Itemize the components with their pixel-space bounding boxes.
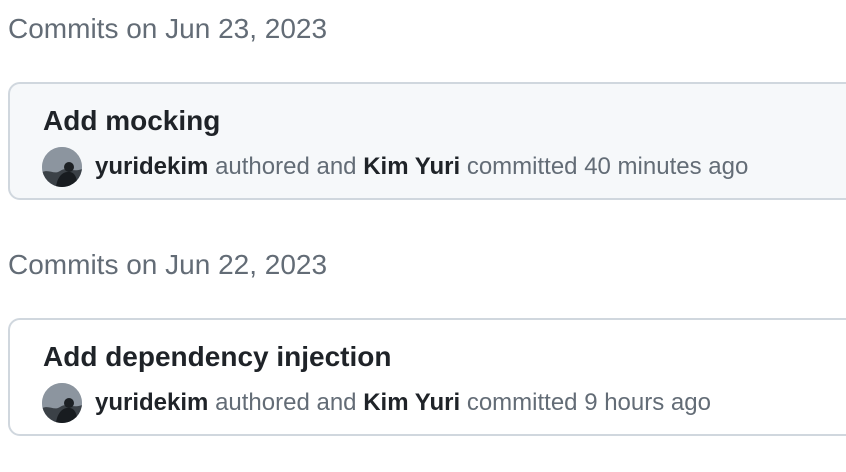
avatar-image (42, 147, 82, 187)
author-avatar[interactable] (42, 383, 82, 423)
commit-meta: yuridekim authored and Kim Yuri committe… (42, 382, 711, 424)
committer-link[interactable]: Kim Yuri (363, 153, 460, 180)
author-avatar[interactable] (42, 147, 82, 187)
commit-card[interactable]: Add dependency injection yuridekim autho… (8, 318, 846, 436)
commit-title-link[interactable]: Add mocking (43, 104, 220, 138)
committed-label: committed (466, 153, 578, 180)
commit-meta: yuridekim authored and Kim Yuri committe… (42, 146, 748, 188)
committed-label: committed (466, 389, 578, 416)
commit-history: Commits on Jun 23, 2023 Add mocking yuri… (0, 0, 846, 472)
commit-group-heading: Commits on Jun 22, 2023 (8, 249, 328, 280)
commit-card[interactable]: Add mocking yuridekim authored and Kim Y… (8, 82, 846, 200)
commit-time[interactable]: 9 hours ago (584, 389, 711, 416)
authored-label: authored and (215, 153, 357, 180)
authored-label: authored and (215, 389, 357, 416)
commit-time[interactable]: 40 minutes ago (584, 153, 748, 180)
commit-title-link[interactable]: Add dependency injection (43, 340, 391, 374)
commit-group-heading: Commits on Jun 23, 2023 (8, 13, 328, 44)
author-link[interactable]: yuridekim (95, 389, 208, 416)
avatar-image (42, 383, 82, 423)
committer-link[interactable]: Kim Yuri (363, 389, 460, 416)
author-link[interactable]: yuridekim (95, 153, 208, 180)
